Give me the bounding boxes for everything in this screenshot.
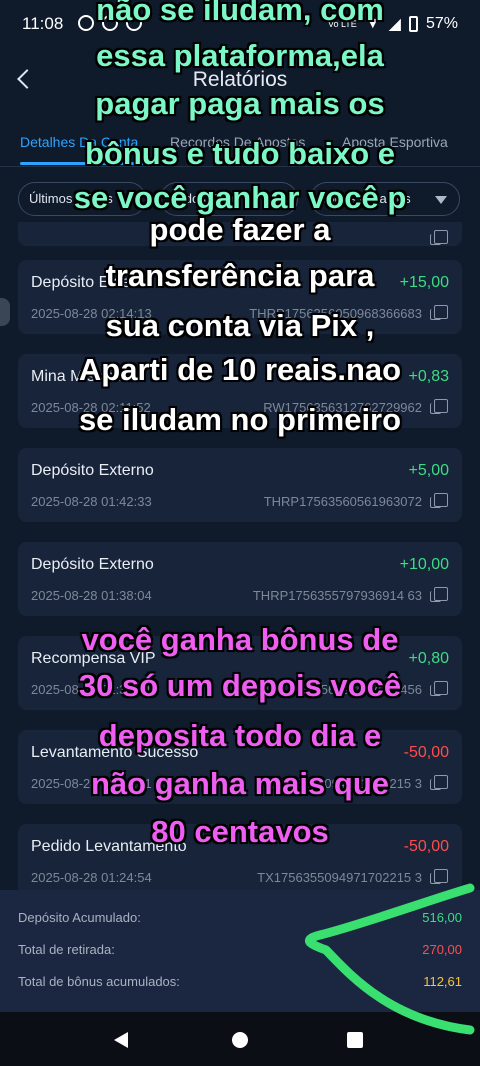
system-nav-bar: [0, 1012, 480, 1066]
caption-line: essa plataforma,ela: [96, 38, 384, 73]
transaction-date: 2025-08-28 01:42:33: [31, 494, 152, 509]
caption-line: bônus e tudo baixo e: [84, 136, 395, 171]
caption-line: 30 só um depois você: [78, 668, 402, 703]
copy-icon[interactable]: [430, 493, 448, 508]
summary-bonus-label: Total de bônus acumulados:: [18, 974, 180, 989]
copy-icon[interactable]: [430, 869, 448, 884]
summary-deposit-label: Depósito Acumulado:: [18, 910, 141, 925]
caption-line: você ganha bônus de: [81, 622, 399, 657]
list-item[interactable]: Depósito Externo +5,00 2025-08-28 01:42:…: [18, 448, 462, 522]
summary-deposit-value: 516,00: [422, 910, 462, 925]
transaction-date: 2025-08-28 01:38:04: [31, 588, 152, 603]
caption-line: não ganha mais que: [90, 766, 389, 801]
caption-line: se você ganhar você p: [73, 180, 407, 215]
caption-line: transferência para: [105, 258, 375, 293]
nav-home-icon[interactable]: [232, 1032, 248, 1048]
summary-bonus-value: 112,61: [423, 974, 462, 989]
transaction-amount: +10,00: [399, 556, 449, 573]
summary-withdraw-value: 270,00: [422, 942, 462, 957]
nav-recents-icon[interactable]: [347, 1032, 363, 1048]
transaction-id: THRP17563560561963072: [263, 494, 422, 509]
caption-line: pagar paga mais os: [95, 86, 385, 121]
transaction-amount: +5,00: [408, 462, 449, 479]
transaction-title: Depósito Externo: [31, 462, 154, 479]
nav-back-icon[interactable]: [114, 1032, 128, 1048]
caption-line: deposita todo dia e: [98, 718, 382, 753]
caption-line: 80 centavos: [151, 814, 329, 849]
summary-panel: Depósito Acumulado: 516,00 Total de reti…: [0, 890, 480, 1012]
caption-line: se iludam no primeiro: [78, 402, 402, 437]
caption-line: não se iludam, com: [96, 0, 384, 27]
caption-line: pode fazer a: [149, 212, 331, 247]
transaction-id: TX1756355094971702215 3: [257, 870, 422, 885]
caption-line: sua conta via Pix ,: [105, 308, 375, 343]
caption-line: Aparti de 10 reais.nao: [78, 352, 402, 387]
transaction-title: Depósito Externo: [31, 556, 154, 573]
summary-withdraw-label: Total de retirada:: [18, 942, 115, 957]
copy-icon[interactable]: [430, 587, 448, 602]
transaction-date: 2025-08-28 01:24:54: [31, 870, 152, 885]
list-item[interactable]: Depósito Externo +10,00 2025-08-28 01:38…: [18, 542, 462, 616]
transaction-id: THRP1756355797936914 63: [252, 588, 422, 603]
